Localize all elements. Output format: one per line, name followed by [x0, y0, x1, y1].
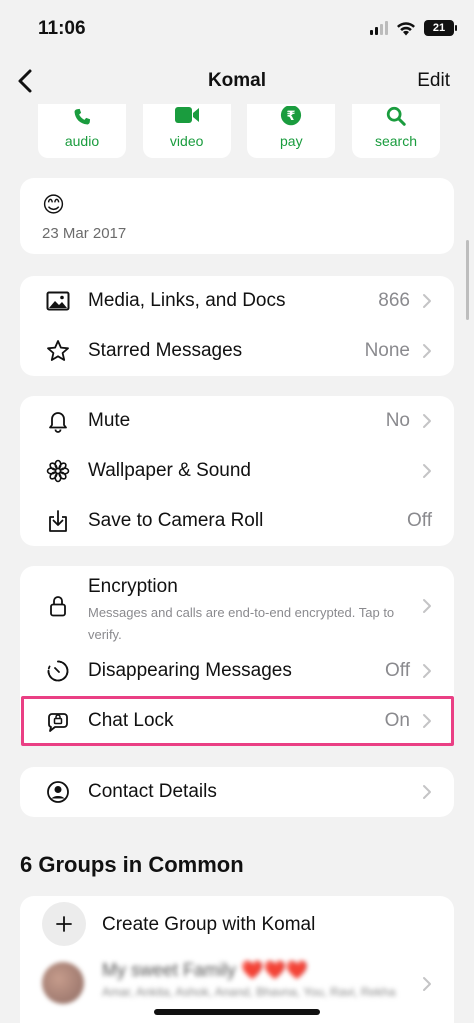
video-label: video: [169, 133, 204, 149]
mute-label: Mute: [88, 410, 131, 431]
group-members: Amar, Ankita, Ashok, Anand, Bhavna, You,…: [102, 985, 396, 999]
groups-card: Create Group with Komal My sweet Family …: [20, 896, 454, 1023]
group-name: My sweet Family ❤️❤️❤️: [102, 960, 308, 981]
wifi-icon: [397, 21, 415, 35]
disappearing-messages-row[interactable]: Disappearing Messages Off: [20, 646, 454, 696]
media-card: Media, Links, and Docs 866 Starred Messa…: [20, 276, 454, 376]
bell-icon: [49, 412, 67, 433]
video-icon: [174, 107, 199, 123]
timer-icon: [47, 660, 69, 682]
media-count: 866: [378, 290, 410, 311]
chevron-right-icon: [423, 414, 431, 428]
search-button[interactable]: search: [351, 104, 440, 158]
encryption-title: Encryption: [88, 576, 178, 597]
contact-details-label: Contact Details: [88, 781, 217, 802]
chevron-right-icon: [423, 294, 431, 308]
edit-button[interactable]: Edit: [417, 70, 450, 92]
group-name-text: My sweet Family: [102, 960, 237, 980]
svg-text:₹: ₹: [287, 109, 296, 124]
chevron-right-icon: [423, 664, 431, 678]
rupee-icon: ₹: [281, 106, 302, 126]
lock-icon: [50, 596, 66, 617]
media-links-docs-row[interactable]: Media, Links, and Docs 866: [20, 276, 454, 326]
media-label: Media, Links, and Docs: [88, 290, 286, 311]
home-indicator[interactable]: [154, 1009, 320, 1015]
starred-messages-row[interactable]: Starred Messages None: [20, 326, 454, 376]
audio-call-button[interactable]: audio: [38, 104, 126, 158]
person-circle-icon: [47, 781, 69, 803]
scroll-indicator[interactable]: [466, 240, 469, 320]
chevron-right-icon: [423, 785, 431, 799]
download-icon: [49, 510, 67, 532]
navigation-bar: Komal Edit: [0, 56, 474, 106]
image-icon: [46, 291, 70, 311]
status-icons: 21: [370, 20, 457, 36]
group-avatar: [42, 962, 84, 1004]
group-name-hearts: ❤️❤️❤️: [241, 960, 309, 980]
status-time: 11:06: [38, 18, 86, 39]
chevron-right-icon: [423, 344, 431, 358]
encryption-row[interactable]: Encryption Messages and calls are end-to…: [20, 566, 454, 646]
create-group-label: Create Group with Komal: [102, 914, 316, 935]
star-icon: [47, 340, 69, 361]
about-date: 23 Mar 2017: [42, 225, 127, 242]
battery-icon: 21: [424, 20, 457, 36]
contact-details-row[interactable]: Contact Details: [20, 767, 454, 817]
disappearing-value: Off: [385, 660, 410, 681]
cellular-signal-icon: [370, 21, 388, 35]
quick-actions: audio video ₹ pay search: [38, 104, 440, 158]
settings-card: Mute No Wallpaper & Sound Save to Camera…: [20, 396, 454, 546]
chevron-right-icon: [423, 464, 431, 478]
camera-roll-label: Save to Camera Roll: [88, 510, 264, 531]
groups-section-title: 6 Groups in Common: [20, 852, 244, 877]
plus-icon: [42, 902, 86, 946]
create-group-row[interactable]: Create Group with Komal: [20, 896, 454, 954]
battery-level: 21: [432, 22, 446, 34]
chevron-right-icon: [423, 977, 431, 991]
mute-row[interactable]: Mute No: [20, 396, 454, 446]
search-icon: [386, 106, 406, 126]
camera-roll-value: Off: [407, 510, 432, 531]
pay-label: pay: [280, 133, 303, 149]
audio-label: audio: [64, 133, 100, 149]
wallpaper-label: Wallpaper & Sound: [88, 460, 252, 481]
group-row[interactable]: My sweet Family ❤️❤️❤️ Amar, Ankita, Ash…: [20, 954, 454, 1014]
save-camera-roll-row[interactable]: Save to Camera Roll Off: [20, 496, 454, 546]
encryption-subtitle: Messages and calls are end-to-end encryp…: [88, 605, 395, 642]
chevron-right-icon: [423, 599, 431, 613]
page-title: Komal: [207, 70, 267, 91]
mute-value: No: [385, 410, 410, 431]
flower-icon: [46, 459, 70, 483]
phone-icon: [74, 108, 91, 125]
about-card[interactable]: 😊 23 Mar 2017: [20, 178, 454, 254]
disappearing-label: Disappearing Messages: [88, 660, 292, 681]
wallpaper-sound-row[interactable]: Wallpaper & Sound: [20, 446, 454, 496]
video-call-button[interactable]: video: [142, 104, 231, 158]
contact-details-card: Contact Details: [20, 767, 454, 817]
starred-label: Starred Messages: [88, 340, 243, 361]
chat-lock-highlight: [21, 696, 454, 746]
search-label: search: [374, 133, 417, 149]
status-bar: 11:06 21: [0, 0, 474, 56]
pay-button[interactable]: ₹ pay: [247, 104, 336, 158]
starred-value: None: [364, 340, 410, 361]
about-status: 😊: [42, 192, 65, 217]
